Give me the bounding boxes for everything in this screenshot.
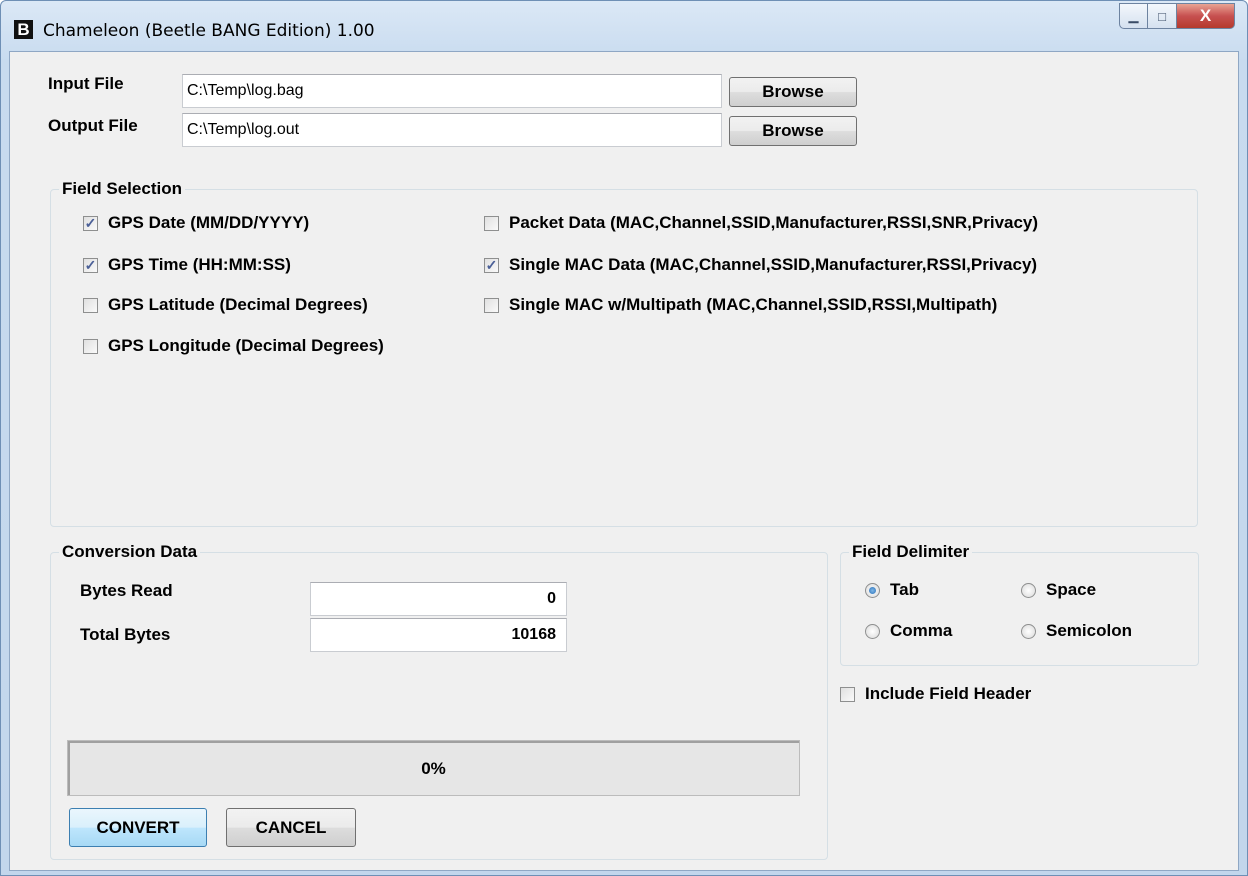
progress-bar: 0% xyxy=(67,740,800,796)
include-header-checkbox[interactable]: Include Field Header xyxy=(840,684,1031,704)
checkbox-box xyxy=(484,215,499,231)
delimiter-radio-label: Comma xyxy=(890,621,953,640)
client-area: Input File C:\Temp\log.bag Browse Output… xyxy=(9,51,1239,871)
radio-dot xyxy=(869,586,876,594)
radio-circle xyxy=(1021,582,1036,598)
input-file-label: Input File xyxy=(48,74,124,93)
bytes-read-label: Bytes Read xyxy=(80,581,173,600)
close-icon: X xyxy=(1199,6,1212,25)
checkbox-box xyxy=(83,297,98,313)
field-checkbox[interactable]: GPS Longitude (Decimal Degrees) xyxy=(83,336,384,356)
output-file-label: Output File xyxy=(48,116,138,135)
field-checkbox[interactable]: ✓ GPS Time (HH:MM:SS) xyxy=(83,255,291,275)
field-checkbox[interactable]: Packet Data (MAC,Channel,SSID,Manufactur… xyxy=(484,213,1038,233)
cancel-button[interactable]: CANCEL xyxy=(226,808,356,847)
field-checkbox[interactable]: ✓ Single MAC Data (MAC,Channel,SSID,Manu… xyxy=(484,255,1037,275)
field-selection-group: Field Selection ✓ GPS Date (MM/DD/YYYY) … xyxy=(50,179,1198,527)
output-browse-button[interactable]: Browse xyxy=(729,116,857,146)
field-checkbox-label: GPS Latitude (Decimal Degrees) xyxy=(108,295,368,314)
field-checkbox[interactable]: ✓ GPS Date (MM/DD/YYYY) xyxy=(83,213,309,233)
field-checkbox[interactable]: GPS Latitude (Decimal Degrees) xyxy=(83,295,368,315)
radio-circle xyxy=(1021,623,1036,639)
window-title: Chameleon (Beetle BANG Edition) 1.00 xyxy=(43,21,375,41)
total-bytes-field: 10168 xyxy=(310,618,567,652)
progress-text: 0% xyxy=(421,759,446,778)
field-checkbox-label: GPS Longitude (Decimal Degrees) xyxy=(108,336,384,355)
checkbox-box xyxy=(840,686,855,702)
output-file-field[interactable]: C:\Temp\log.out xyxy=(182,113,722,147)
radio-circle xyxy=(865,623,880,639)
input-file-field[interactable]: C:\Temp\log.bag xyxy=(182,74,722,108)
field-checkbox-label: Packet Data (MAC,Channel,SSID,Manufactur… xyxy=(509,213,1039,232)
field-checkbox-label: Single MAC Data (MAC,Channel,SSID,Manufa… xyxy=(509,255,1038,274)
checkbox-box: ✓ xyxy=(83,256,98,273)
close-button[interactable]: X xyxy=(1177,3,1235,29)
field-checkbox[interactable]: Single MAC w/Multipath (MAC,Channel,SSID… xyxy=(484,295,997,315)
input-browse-button[interactable]: Browse xyxy=(729,77,857,107)
delimiter-radio-label: Space xyxy=(1046,580,1097,599)
delimiter-radio[interactable]: Space xyxy=(1021,580,1096,600)
delimiter-radio-label: Semicolon xyxy=(1046,621,1132,640)
conversion-data-title: Conversion Data xyxy=(59,542,201,562)
radio-circle xyxy=(865,582,880,598)
checkbox-box: ✓ xyxy=(484,256,499,273)
delimiter-radio[interactable]: Semicolon xyxy=(1021,621,1132,641)
minimize-button[interactable]: ▁ xyxy=(1119,3,1148,29)
field-selection-title: Field Selection xyxy=(59,179,185,199)
delimiter-radio-label: Tab xyxy=(890,580,919,599)
include-header-label: Include Field Header xyxy=(865,684,1032,703)
checkbox-box xyxy=(484,297,499,313)
minimize-icon: ▁ xyxy=(1128,8,1139,23)
app-b-icon: B xyxy=(14,20,33,39)
checkbox-box xyxy=(83,338,98,354)
field-delimiter-group: Field Delimiter Tab Space Comma Semicolo… xyxy=(840,542,1199,666)
field-checkbox-label: Single MAC w/Multipath (MAC,Channel,SSID… xyxy=(509,295,998,314)
field-checkbox-label: GPS Time (HH:MM:SS) xyxy=(108,255,291,274)
total-bytes-label: Total Bytes xyxy=(80,625,171,644)
maximize-button[interactable]: □ xyxy=(1148,3,1177,29)
delimiter-radio[interactable]: Comma xyxy=(865,621,952,641)
checkbox-box: ✓ xyxy=(83,214,98,231)
caption-buttons: ▁ □ X xyxy=(1119,3,1235,29)
title-bar[interactable]: B Chameleon (Beetle BANG Edition) 1.00 ▁… xyxy=(1,1,1247,51)
bytes-read-field: 0 xyxy=(310,582,567,616)
delimiter-radio[interactable]: Tab xyxy=(865,580,919,600)
maximize-icon: □ xyxy=(1158,8,1166,24)
field-delimiter-title: Field Delimiter xyxy=(849,542,973,562)
field-checkbox-label: GPS Date (MM/DD/YYYY) xyxy=(108,213,310,232)
app-window: B Chameleon (Beetle BANG Edition) 1.00 ▁… xyxy=(0,0,1248,876)
convert-button[interactable]: CONVERT xyxy=(69,808,207,847)
